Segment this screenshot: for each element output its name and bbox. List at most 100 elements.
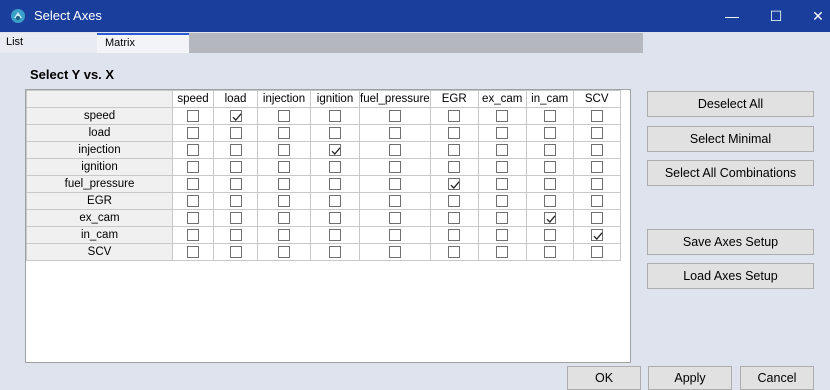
axis-pair-checkbox[interactable] xyxy=(278,143,290,156)
axis-pair-checkbox[interactable] xyxy=(496,143,509,156)
axis-pair-checkbox[interactable] xyxy=(388,126,401,139)
axis-pair-checkbox[interactable] xyxy=(388,177,401,190)
axis-pair-checkbox[interactable] xyxy=(590,177,603,190)
axis-pair-checkbox[interactable] xyxy=(278,211,290,224)
maximize-button[interactable]: ☐ xyxy=(756,0,796,32)
axis-pair-checkbox[interactable] xyxy=(329,143,341,156)
axis-pair-checkbox[interactable] xyxy=(590,194,603,207)
axis-pair-checkbox[interactable] xyxy=(590,228,603,241)
tab-matrix[interactable]: Matrix xyxy=(97,33,189,53)
axis-pair-checkbox[interactable] xyxy=(278,177,290,190)
axis-pair-checkbox[interactable] xyxy=(448,194,461,207)
axis-pair-checkbox[interactable] xyxy=(388,211,401,224)
deselect-all-button[interactable]: Deselect All xyxy=(647,91,814,117)
axis-pair-checkbox[interactable] xyxy=(496,160,509,173)
matrix-cell xyxy=(572,124,621,142)
axis-pair-checkbox[interactable] xyxy=(543,160,556,173)
matrix-cell xyxy=(172,158,214,176)
axis-pair-checkbox[interactable] xyxy=(229,143,242,156)
axis-pair-checkbox[interactable] xyxy=(590,143,603,156)
axis-pair-checkbox[interactable] xyxy=(329,160,341,173)
axis-pair-checkbox[interactable] xyxy=(329,211,341,224)
axis-pair-checkbox[interactable] xyxy=(229,160,242,173)
axis-pair-checkbox[interactable] xyxy=(388,228,401,241)
axis-pair-checkbox[interactable] xyxy=(187,228,199,241)
axis-pair-checkbox[interactable] xyxy=(329,109,341,122)
close-button[interactable]: ✕ xyxy=(798,0,830,32)
axis-pair-checkbox[interactable] xyxy=(187,211,199,224)
select-minimal-button[interactable]: Select Minimal xyxy=(647,126,814,152)
axis-pair-checkbox[interactable] xyxy=(229,194,242,207)
axis-pair-checkbox[interactable] xyxy=(229,245,242,258)
axis-pair-checkbox[interactable] xyxy=(229,211,242,224)
axis-pair-checkbox[interactable] xyxy=(543,245,556,258)
axis-pair-checkbox[interactable] xyxy=(388,143,401,156)
ok-button[interactable]: OK xyxy=(567,366,641,390)
axis-pair-checkbox[interactable] xyxy=(388,109,401,122)
axis-pair-checkbox[interactable] xyxy=(496,126,509,139)
axis-pair-checkbox[interactable] xyxy=(496,245,509,258)
axis-pair-checkbox[interactable] xyxy=(448,211,461,224)
axis-pair-checkbox[interactable] xyxy=(329,194,341,207)
axis-pair-checkbox[interactable] xyxy=(278,194,290,207)
apply-button[interactable]: Apply xyxy=(648,366,732,390)
cancel-button[interactable]: Cancel xyxy=(740,366,814,390)
axis-pair-checkbox[interactable] xyxy=(448,245,461,258)
axis-pair-checkbox[interactable] xyxy=(229,228,242,241)
axis-pair-checkbox[interactable] xyxy=(187,143,199,156)
load-axes-setup-button[interactable]: Load Axes Setup xyxy=(647,263,814,289)
axis-pair-checkbox[interactable] xyxy=(543,143,556,156)
axis-pair-checkbox[interactable] xyxy=(543,109,556,122)
title-bar[interactable]: Select Axes — ☐ ✕ xyxy=(0,0,830,32)
axis-pair-checkbox[interactable] xyxy=(388,245,401,258)
axis-pair-checkbox[interactable] xyxy=(187,245,199,258)
axis-pair-checkbox[interactable] xyxy=(448,109,461,122)
save-axes-setup-button[interactable]: Save Axes Setup xyxy=(647,229,814,255)
axis-pair-checkbox[interactable] xyxy=(590,109,603,122)
axis-pair-checkbox[interactable] xyxy=(329,228,341,241)
minimize-button[interactable]: — xyxy=(712,0,752,32)
axis-pair-checkbox[interactable] xyxy=(329,126,341,139)
axis-pair-checkbox[interactable] xyxy=(388,160,401,173)
axis-pair-checkbox[interactable] xyxy=(278,245,290,258)
axis-pair-checkbox[interactable] xyxy=(278,160,290,173)
axis-pair-checkbox[interactable] xyxy=(543,194,556,207)
axis-pair-checkbox[interactable] xyxy=(329,245,341,258)
axis-pair-checkbox[interactable] xyxy=(448,143,461,156)
axis-pair-checkbox[interactable] xyxy=(448,177,461,190)
axis-pair-checkbox[interactable] xyxy=(187,109,199,122)
axis-pair-checkbox[interactable] xyxy=(496,194,509,207)
axis-pair-checkbox[interactable] xyxy=(187,126,199,139)
axis-pair-checkbox[interactable] xyxy=(278,109,290,122)
axis-pair-checkbox[interactable] xyxy=(590,211,603,224)
axis-pair-checkbox[interactable] xyxy=(543,177,556,190)
axis-pair-checkbox[interactable] xyxy=(229,177,242,190)
axis-pair-checkbox[interactable] xyxy=(448,126,461,139)
axis-pair-checkbox[interactable] xyxy=(229,126,242,139)
axis-pair-checkbox[interactable] xyxy=(590,126,603,139)
axis-pair-checkbox[interactable] xyxy=(543,228,556,241)
axis-pair-checkbox[interactable] xyxy=(187,177,199,190)
axis-pair-checkbox[interactable] xyxy=(187,160,199,173)
axis-pair-checkbox[interactable] xyxy=(496,109,509,122)
axis-pair-checkbox[interactable] xyxy=(229,109,242,122)
axis-pair-checkbox[interactable] xyxy=(543,126,556,139)
axis-pair-checkbox[interactable] xyxy=(448,160,461,173)
tab-list[interactable]: List xyxy=(0,33,97,53)
matrix-cell xyxy=(429,175,479,193)
matrix-row: ex_cam xyxy=(26,209,621,227)
axis-pair-checkbox[interactable] xyxy=(496,177,509,190)
axis-pair-checkbox[interactable] xyxy=(388,194,401,207)
axis-pair-checkbox[interactable] xyxy=(496,211,509,224)
axis-pair-checkbox[interactable] xyxy=(448,228,461,241)
axis-pair-checkbox[interactable] xyxy=(278,228,290,241)
column-header: load xyxy=(213,90,258,108)
axis-pair-checkbox[interactable] xyxy=(278,126,290,139)
axis-pair-checkbox[interactable] xyxy=(543,211,556,224)
axis-pair-checkbox[interactable] xyxy=(590,245,603,258)
axis-pair-checkbox[interactable] xyxy=(329,177,341,190)
axis-pair-checkbox[interactable] xyxy=(496,228,509,241)
axis-pair-checkbox[interactable] xyxy=(187,194,199,207)
axis-pair-checkbox[interactable] xyxy=(590,160,603,173)
select-all-combinations-button[interactable]: Select All Combinations xyxy=(647,160,814,186)
